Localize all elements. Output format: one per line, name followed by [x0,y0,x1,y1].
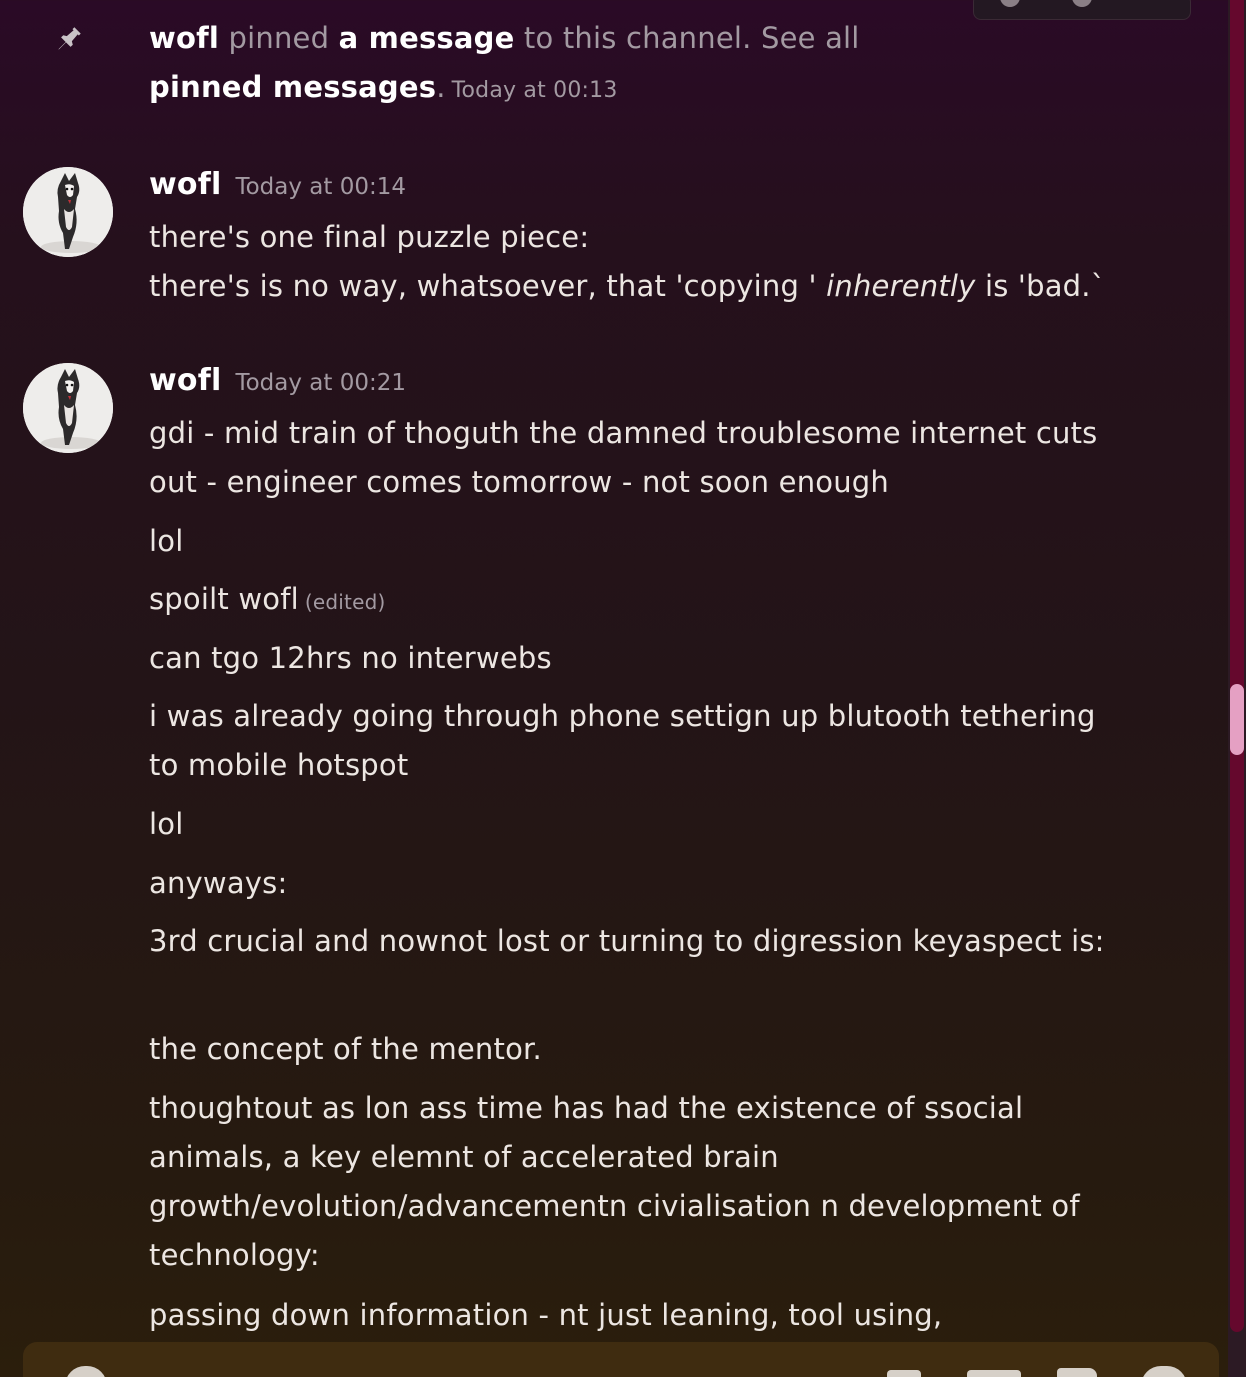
system-period: . [436,70,446,104]
add-icon[interactable] [65,1366,107,1377]
emoji-icon[interactable] [1141,1366,1187,1377]
message-toolbar[interactable] [973,0,1191,20]
edited-label: (edited) [304,590,386,614]
gift-icon[interactable] [887,1370,921,1377]
pinned-message-link[interactable]: a message [339,21,515,55]
message-line: gdi - mid train of thoguth the damned tr… [149,416,1098,499]
message-line: 3rd crucial and nownot lost or turning t… [149,924,1105,958]
chat-area: wofl pinned a message to this channel. S… [0,0,1228,1377]
avatar[interactable] [23,167,113,257]
line-text: is 'bad.` [975,269,1106,303]
toolbar-icon[interactable] [1072,0,1092,7]
message-timestamp[interactable]: Today at 00:14 [235,174,406,200]
system-actor[interactable]: wofl [149,21,219,55]
message-line: there's is no way, whatsoever, that 'cop… [149,262,1109,311]
message-line: i was already going through phone settig… [149,699,1096,782]
line-italic-text: inherently [826,269,976,303]
line-text: spoilt wofl [149,582,299,616]
message-line: lol [149,807,184,841]
message-header: wofl Today at 00:21 [149,363,406,398]
message-line: can tgo 12hrs no interwebs [149,641,552,675]
author-name[interactable]: wofl [149,363,221,398]
message-line: the concept of the mentor. [149,1032,542,1066]
toolbar-icon[interactable] [1000,0,1020,7]
pin-icon [58,27,81,50]
see-all-pinned-link[interactable]: pinned messages [149,70,436,104]
message-header: wofl Today at 00:14 [149,167,406,202]
gif-icon[interactable] [967,1370,1021,1377]
avatar[interactable] [23,363,113,453]
message-line: spoilt wofl (edited) [149,575,1109,627]
line-text: there's is no way, whatsoever, that 'cop… [149,269,827,303]
message-line: there's one final puzzle piece: [149,220,590,254]
author-name[interactable]: wofl [149,167,221,202]
husky-avatar-icon [23,363,113,453]
message-line: passing down information - nt just leani… [149,1298,943,1332]
message-line: thoughtout as lon ass time has had the e… [149,1091,1080,1272]
system-message-text: wofl pinned a message to this channel. S… [149,14,889,115]
husky-avatar-icon [23,167,113,257]
system-middle: to this channel. See all [523,21,860,55]
message-timestamp[interactable]: Today at 00:21 [235,370,406,396]
system-timestamp: Today at 00:13 [451,78,618,103]
system-action: pinned [228,21,330,55]
scrollbar-rail[interactable] [1230,0,1244,1332]
message-line: lol [149,524,184,558]
message-composer[interactable] [23,1342,1219,1377]
scrollbar-thumb[interactable] [1230,684,1244,755]
sticker-icon[interactable] [1057,1368,1097,1377]
message-line: anyways: [149,866,288,900]
